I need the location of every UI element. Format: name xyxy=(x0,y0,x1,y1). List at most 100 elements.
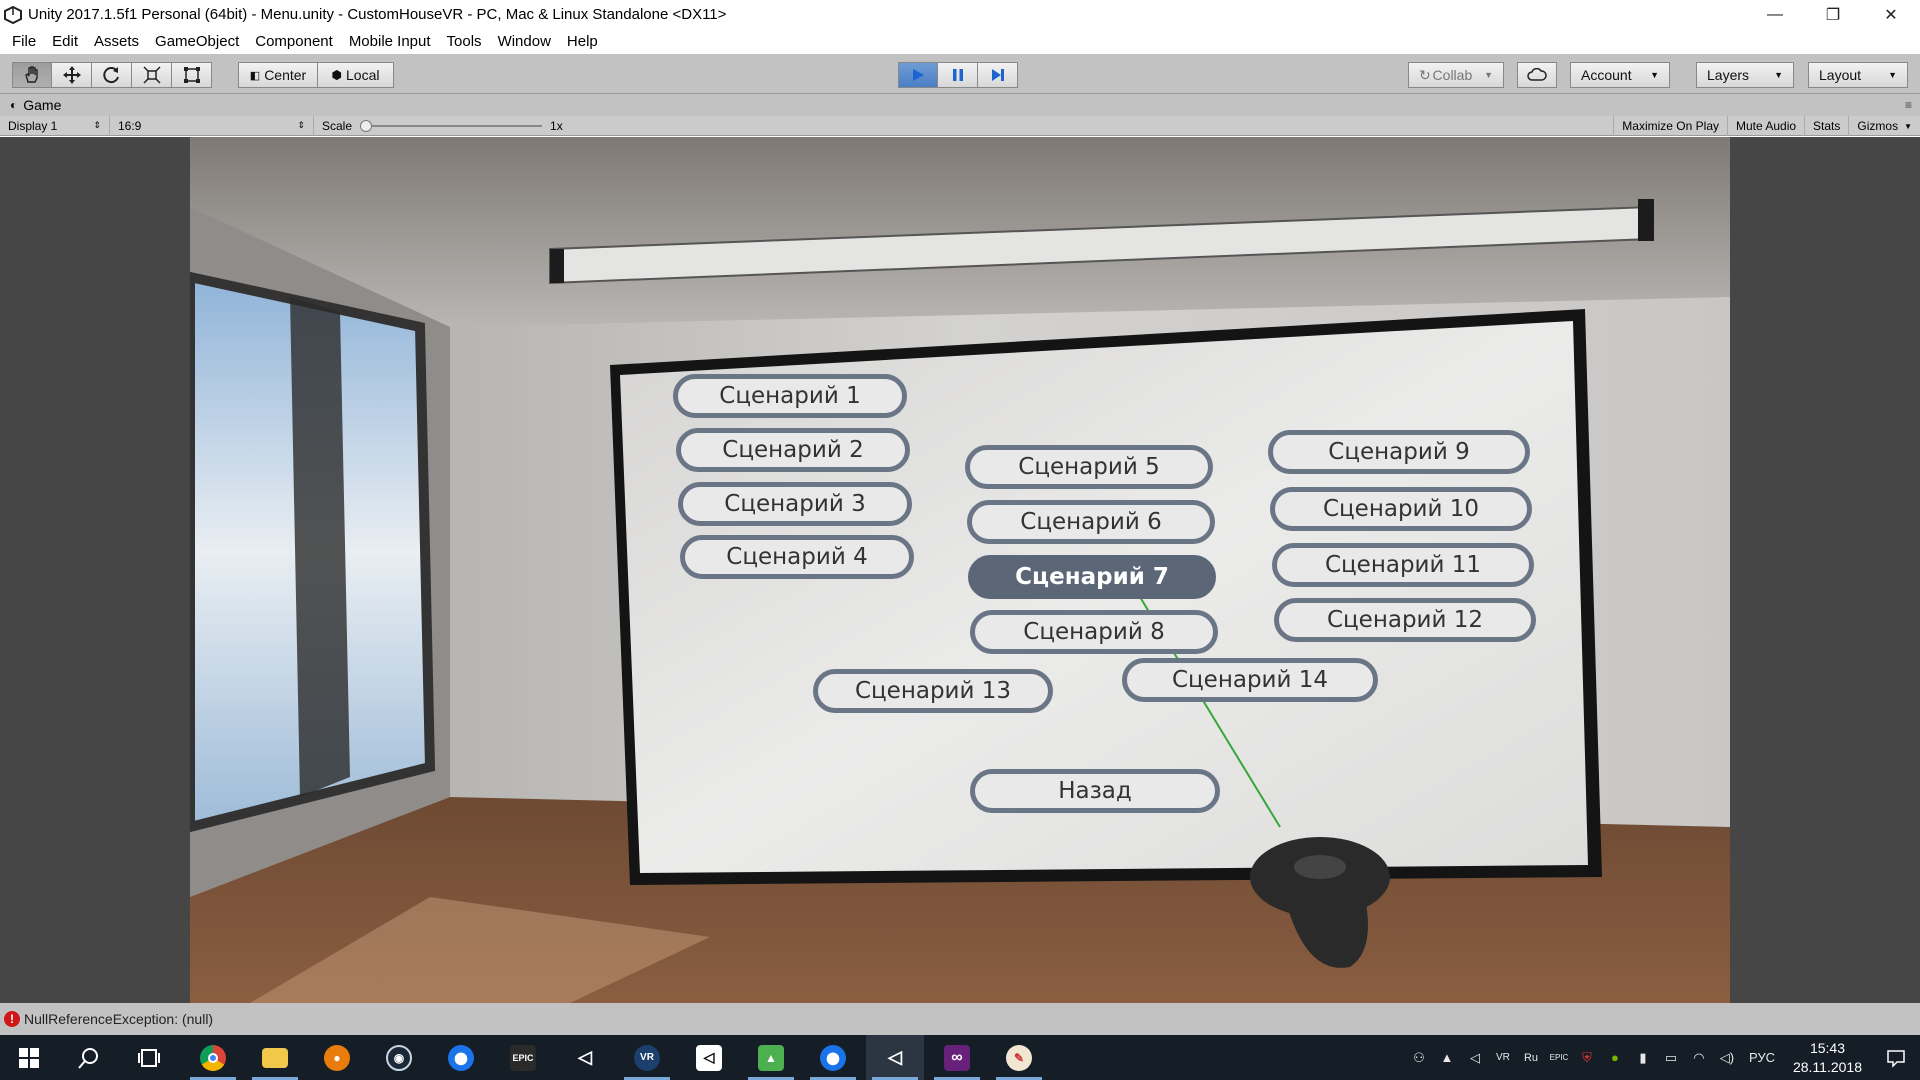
updown-icon: ⇕ xyxy=(93,120,101,130)
scenario-9-button[interactable]: Сценарий 9 xyxy=(1268,430,1530,474)
menu-window[interactable]: Window xyxy=(490,33,559,50)
vr-tray-icon[interactable]: VR xyxy=(1489,1035,1517,1080)
usb-icon[interactable]: ▮ xyxy=(1629,1035,1657,1080)
taskbar-unity[interactable]: ◁ xyxy=(556,1035,614,1080)
pause-button[interactable] xyxy=(938,62,978,88)
scenario-3-button[interactable]: Сценарий 3 xyxy=(678,482,912,526)
account-dropdown[interactable]: Account ▼ xyxy=(1570,62,1670,88)
collab-dropdown[interactable]: ↻ Collab ▼ xyxy=(1408,62,1504,88)
taskbar-file-explorer[interactable] xyxy=(246,1035,304,1080)
scenario-5-button[interactable]: Сценарий 5 xyxy=(965,445,1213,489)
chrome-icon xyxy=(200,1044,226,1071)
unity-tray-icon[interactable]: ◁ xyxy=(1461,1035,1489,1080)
taskbar-chrome[interactable] xyxy=(184,1035,242,1080)
input-language[interactable]: РУС xyxy=(1741,1035,1783,1080)
cloud-button[interactable] xyxy=(1517,62,1557,88)
task-view-button[interactable] xyxy=(120,1035,178,1080)
taskbar-maps[interactable]: ⬤ xyxy=(432,1035,490,1080)
blender-icon: ● xyxy=(324,1044,350,1071)
start-button[interactable] xyxy=(0,1035,58,1080)
window-title: Unity 2017.1.5f1 Personal (64bit) - Menu… xyxy=(28,6,727,23)
move-tool-button[interactable] xyxy=(52,62,92,88)
gizmos-dropdown[interactable]: Gizmos ▼ xyxy=(1848,116,1920,136)
taskbar-epic-games[interactable]: EPIC xyxy=(494,1035,552,1080)
display-dropdown[interactable]: Display 1 ⇕ xyxy=(0,115,110,136)
layers-label: Layers xyxy=(1707,67,1750,83)
minimize-button[interactable]: — xyxy=(1746,0,1804,29)
hand-tool-button[interactable] xyxy=(12,62,52,88)
aspect-label: 16:9 xyxy=(118,118,142,133)
space-toggle-button[interactable]: ⬢ Local xyxy=(318,62,394,88)
tab-menu-icon[interactable]: ≡ xyxy=(1905,98,1912,112)
game-scene[interactable]: Сценарий 1 Сценарий 2 Сценарий 3 Сценари… xyxy=(190,137,1730,1003)
people-icon[interactable]: ⚇ xyxy=(1405,1035,1433,1080)
language-badge-icon[interactable]: Ru xyxy=(1517,1035,1545,1080)
scenario-8-button[interactable]: Сценарий 8 xyxy=(970,610,1218,654)
shield-icon[interactable]: ⛨ xyxy=(1573,1035,1601,1080)
epic-tray-icon[interactable]: EPIC xyxy=(1545,1035,1573,1080)
taskbar-image-editor[interactable]: ▲ xyxy=(742,1035,800,1080)
step-button[interactable] xyxy=(978,62,1018,88)
scenario-6-button[interactable]: Сценарий 6 xyxy=(967,500,1215,544)
layers-dropdown[interactable]: Layers ▼ xyxy=(1696,62,1794,88)
layout-dropdown[interactable]: Layout ▼ xyxy=(1808,62,1908,88)
scenario-11-button[interactable]: Сценарий 11 xyxy=(1272,543,1534,587)
collab-icon: ↻ xyxy=(1419,66,1431,83)
taskbar-unity-hub[interactable]: ◁ xyxy=(680,1035,738,1080)
status-message: NullReferenceException: (null) xyxy=(24,1011,214,1027)
chevron-down-icon: ▼ xyxy=(1888,70,1897,80)
restore-button[interactable]: ❐ xyxy=(1804,0,1862,29)
scale-tool-button[interactable] xyxy=(132,62,172,88)
tray-app-icon[interactable]: ▲ xyxy=(1433,1035,1461,1080)
nvidia-icon[interactable]: ● xyxy=(1601,1035,1629,1080)
taskbar-steam[interactable]: ◉ xyxy=(370,1035,428,1080)
scale-control: Scale 1x xyxy=(314,116,571,136)
taskbar-blender[interactable]: ● xyxy=(308,1035,366,1080)
volume-icon[interactable]: ◁) xyxy=(1713,1035,1741,1080)
scenario-1-button[interactable]: Сценарий 1 xyxy=(673,374,907,418)
scenario-13-button[interactable]: Сценарий 13 xyxy=(813,669,1053,713)
console-status-bar[interactable]: ! NullReferenceException: (null) xyxy=(0,1003,1920,1035)
mute-audio-toggle[interactable]: Mute Audio xyxy=(1727,116,1804,136)
aspect-dropdown[interactable]: 16:9 ⇕ xyxy=(110,115,314,136)
taskbar-maps-2[interactable]: ⬤ xyxy=(804,1035,862,1080)
scenario-12-button[interactable]: Сценарий 12 xyxy=(1274,598,1536,642)
scale-slider-thumb[interactable] xyxy=(360,119,373,132)
menu-edit[interactable]: Edit xyxy=(44,33,86,50)
rect-tool-button[interactable] xyxy=(172,62,212,88)
hand-icon xyxy=(25,66,38,83)
search-button[interactable] xyxy=(60,1035,118,1080)
close-button[interactable]: ✕ xyxy=(1862,0,1920,29)
notifications-button[interactable] xyxy=(1872,1035,1920,1080)
scenario-2-button[interactable]: Сценарий 2 xyxy=(676,428,910,472)
back-button[interactable]: Назад xyxy=(970,769,1220,813)
play-icon xyxy=(913,69,924,81)
menu-file[interactable]: File xyxy=(4,33,44,50)
scenario-10-button[interactable]: Сценарий 10 xyxy=(1270,487,1532,531)
clock[interactable]: 15:43 28.11.2018 xyxy=(1793,1039,1862,1077)
menu-assets[interactable]: Assets xyxy=(86,33,147,50)
taskbar-paint[interactable]: ✎ xyxy=(990,1035,1048,1080)
play-button[interactable] xyxy=(898,62,938,88)
battery-icon[interactable]: ▭ xyxy=(1657,1035,1685,1080)
pause-icon xyxy=(952,69,963,81)
rotate-tool-button[interactable] xyxy=(92,62,132,88)
menu-component[interactable]: Component xyxy=(247,33,341,50)
wifi-icon[interactable]: ◠ xyxy=(1685,1035,1713,1080)
taskbar-unity-active[interactable]: ◁ xyxy=(866,1035,924,1080)
taskbar-vr[interactable]: VR xyxy=(618,1035,676,1080)
menu-mobile-input[interactable]: Mobile Input xyxy=(341,33,439,50)
menu-tools[interactable]: Tools xyxy=(439,33,490,50)
pivot-toggle-button[interactable]: ◧ Center xyxy=(238,62,318,88)
image-editor-icon: ▲ xyxy=(758,1044,784,1071)
scenario-14-button[interactable]: Сценарий 14 xyxy=(1122,658,1378,702)
scale-slider[interactable] xyxy=(360,119,543,132)
menu-gameobject[interactable]: GameObject xyxy=(147,33,247,50)
taskbar-visual-studio[interactable]: ∞ xyxy=(928,1035,986,1080)
stats-toggle[interactable]: Stats xyxy=(1804,116,1848,136)
game-tab[interactable]: ◐ Game ≡ xyxy=(0,94,1920,116)
maximize-on-play-toggle[interactable]: Maximize On Play xyxy=(1613,116,1727,136)
menu-help[interactable]: Help xyxy=(559,33,606,50)
scenario-7-button[interactable]: Сценарий 7 xyxy=(968,555,1216,599)
scenario-4-button[interactable]: Сценарий 4 xyxy=(680,535,914,579)
